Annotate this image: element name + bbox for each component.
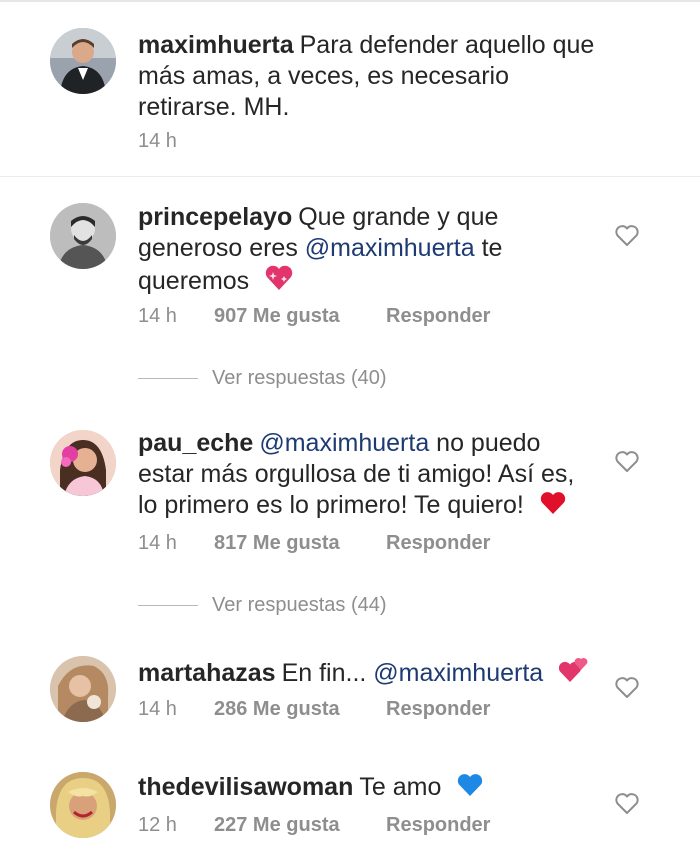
comment-body: Te amo — [359, 773, 442, 801]
username[interactable]: pau_eche — [138, 429, 253, 457]
replies-line — [138, 378, 198, 380]
view-replies-label[interactable]: Ver respuestas (40) — [212, 367, 387, 389]
avatar[interactable] — [50, 203, 116, 269]
avatar[interactable] — [50, 656, 116, 722]
avatar[interactable] — [50, 430, 116, 496]
mention-link[interactable]: @maximhuerta — [373, 659, 543, 687]
timestamp: 14 h — [138, 130, 177, 152]
heart-outline-icon[interactable] — [614, 792, 640, 816]
reply-button[interactable]: Responder — [386, 698, 490, 721]
likes-count[interactable]: 286 Me gusta — [214, 698, 386, 721]
username[interactable]: thedevilisawoman — [138, 773, 353, 801]
comment-text: princepelayo Que grande y que generoso er… — [138, 202, 598, 300]
view-replies-label[interactable]: Ver respuestas (44) — [212, 594, 387, 616]
comment-meta: 12 h 227 Me gusta Responder — [138, 814, 490, 837]
comment-meta: 14 h 286 Me gusta Responder — [138, 698, 490, 721]
username[interactable]: martahazas — [138, 659, 276, 687]
comment-text: maximhuerta Para defender aquello que más… — [138, 30, 598, 123]
comment-meta: 14 h 907 Me gusta Responder — [138, 305, 490, 328]
reply-button[interactable]: Responder — [386, 814, 490, 837]
reply-button[interactable]: Responder — [386, 532, 490, 555]
replies-line — [138, 605, 198, 607]
two-hearts-icon — [558, 656, 588, 692]
view-replies-button[interactable]: Ver respuestas (44) — [138, 594, 387, 617]
caption-divider — [0, 176, 700, 177]
timestamp: 14 h — [138, 698, 177, 720]
reply-button[interactable]: Responder — [386, 305, 490, 328]
blue-heart-icon — [456, 772, 484, 806]
timestamp: 14 h — [138, 305, 177, 327]
mention-link[interactable]: @maximhuerta — [305, 234, 475, 262]
timestamp: 12 h — [138, 814, 177, 836]
likes-count[interactable]: 907 Me gusta — [214, 305, 386, 328]
likes-count[interactable]: 227 Me gusta — [214, 814, 386, 837]
comment-text: martahazas En fin... @maximhuerta — [138, 656, 598, 692]
heart-outline-icon[interactable] — [614, 224, 640, 248]
heart-outline-icon[interactable] — [614, 450, 640, 474]
username[interactable]: princepelayo — [138, 203, 292, 231]
view-replies-button[interactable]: Ver respuestas (40) — [138, 367, 387, 390]
sparkling-heart-icon — [264, 264, 294, 300]
heart-outline-icon[interactable] — [614, 676, 640, 700]
red-heart-icon — [539, 490, 567, 524]
likes-count[interactable]: 817 Me gusta — [214, 532, 386, 555]
avatar[interactable] — [50, 28, 116, 94]
avatar[interactable] — [50, 772, 116, 838]
timestamp: 14 h — [138, 532, 177, 554]
comment-body: En fin... — [281, 659, 367, 687]
username[interactable]: maximhuerta — [138, 31, 294, 59]
top-border — [0, 0, 700, 2]
comment-meta: 14 h 817 Me gusta Responder — [138, 532, 490, 555]
comment-meta: 14 h — [138, 130, 214, 153]
mention-link[interactable]: @maximhuerta — [259, 429, 429, 457]
comment-text: thedevilisawoman Te amo — [138, 772, 598, 806]
comment-text: pau_eche @maximhuerta no puedo estar más … — [138, 428, 598, 524]
